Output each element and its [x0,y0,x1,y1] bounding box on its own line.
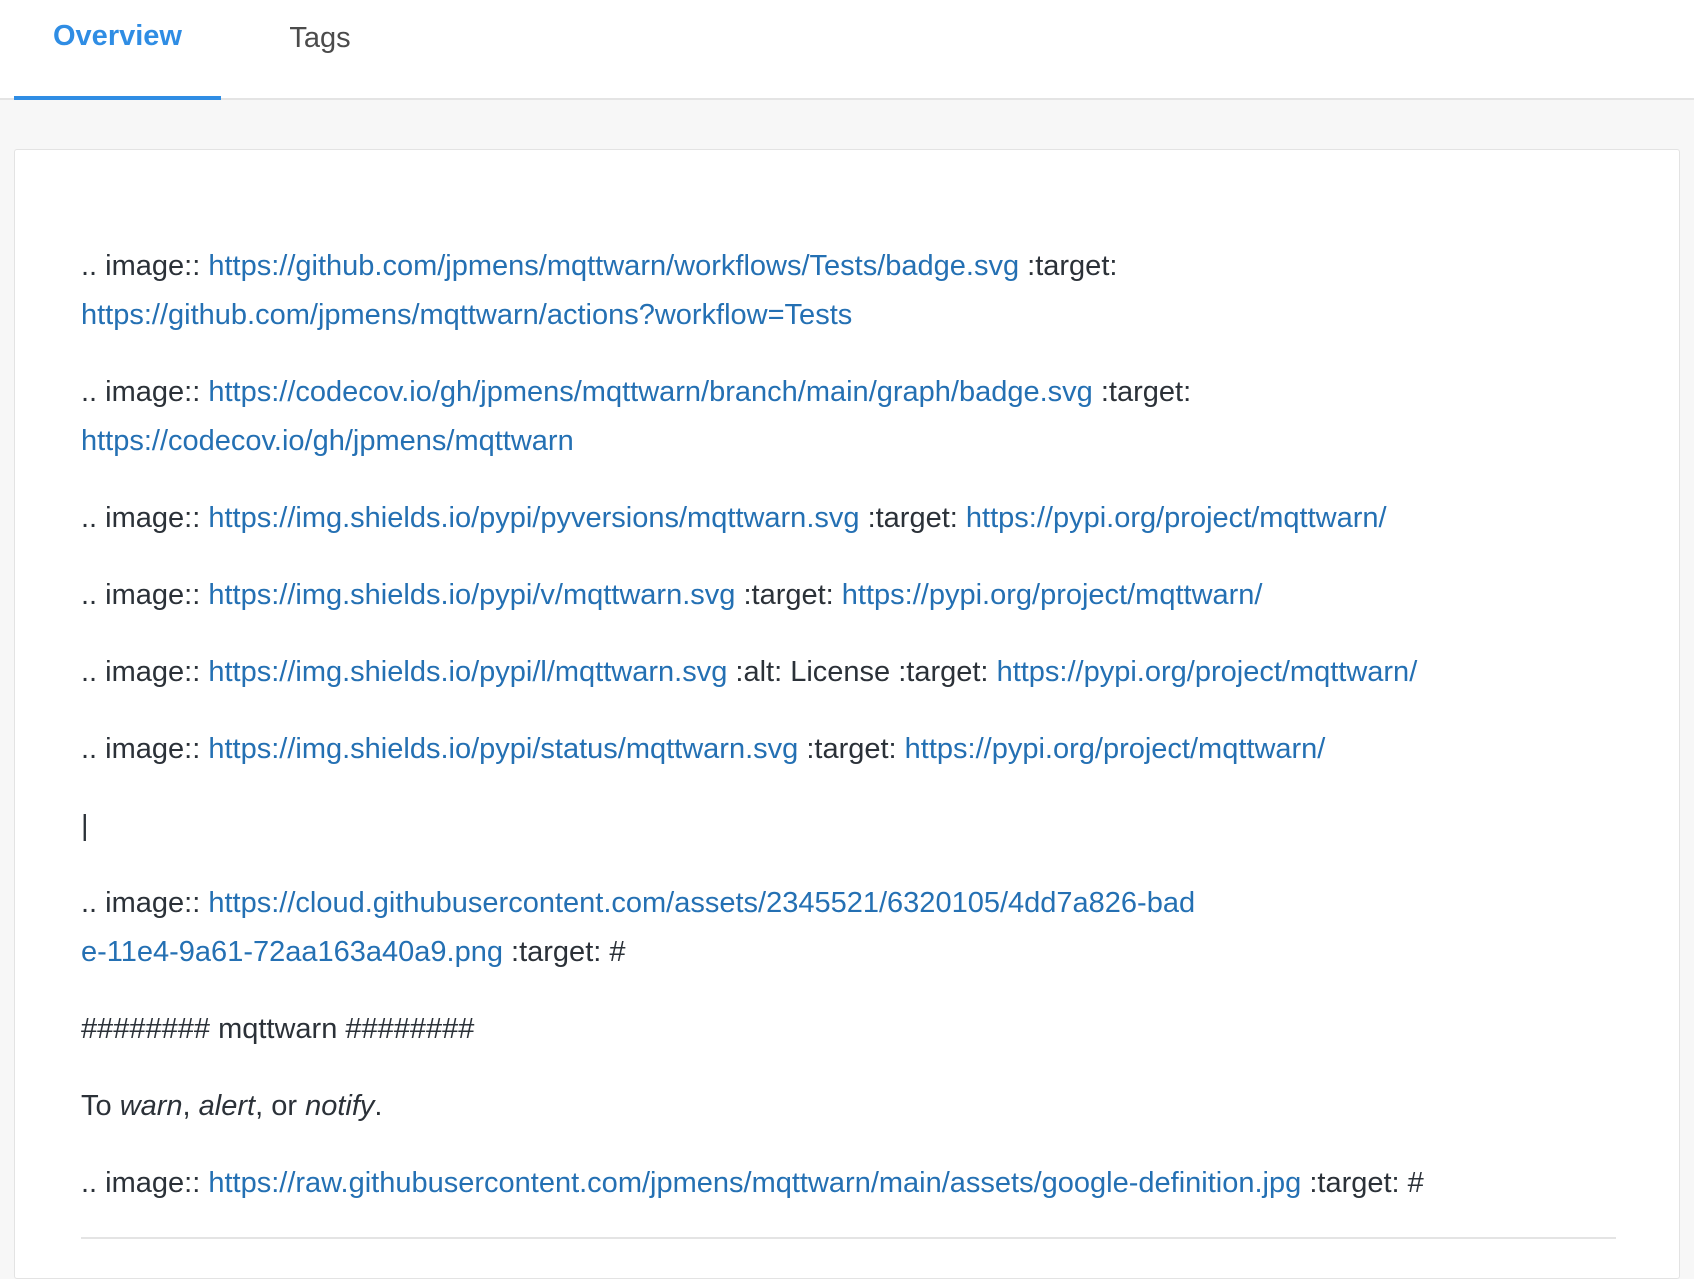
badge-status: .. image:: https://img.shields.io/pypi/s… [81,725,1641,774]
target-label: :target: [743,579,834,611]
tab-tags-label: Tags [289,21,351,54]
badge-pyversions-image-link[interactable]: https://img.shields.io/pypi/pyversions/m… [208,502,859,534]
readme-content: .. image:: https://github.com/jpmens/mqt… [81,242,1641,1236]
target-label: :target: [1100,376,1192,408]
tagline-warn: warn [119,1090,183,1122]
directive-prefix: .. image:: [81,887,201,919]
badge-version: .. image:: https://img.shields.io/pypi/v… [81,571,1641,620]
logo-image: .. image:: https://cloud.githubuserconte… [81,879,1201,977]
directive-prefix: .. image:: [81,733,201,765]
badge-tests-target-link[interactable]: https://github.com/jpmens/mqttwarn/actio… [81,299,852,331]
directive-prefix: .. image:: [81,656,201,688]
target-label: :target: [867,502,958,534]
tab-bar: Overview Tags [0,0,1694,100]
readme-tagline: To warn, alert, or notify. [81,1082,1641,1131]
logo-target: # [609,936,626,968]
badge-license-target-link[interactable]: https://pypi.org/project/mqttwarn/ [997,656,1418,688]
badge-codecov-image-link[interactable]: https://codecov.io/gh/jpmens/mqttwarn/br… [208,376,1092,408]
badge-license-image-link[interactable]: https://img.shields.io/pypi/l/mqttwarn.s… [208,656,727,688]
definition-image-link[interactable]: https://raw.githubusercontent.com/jpmens… [208,1167,1301,1199]
tagline-sep1: , [182,1090,199,1122]
badge-status-image-link[interactable]: https://img.shields.io/pypi/status/mqttw… [208,733,798,765]
content-divider [81,1237,1616,1239]
directive-prefix: .. image:: [81,579,201,611]
definition-target: # [1407,1167,1424,1199]
directive-prefix: .. image:: [81,376,201,408]
badge-tests-image-link[interactable]: https://github.com/jpmens/mqttwarn/workf… [208,250,1019,282]
readme-heading: ######## mqttwarn ######## [81,1013,475,1045]
directive-prefix: .. image:: [81,502,201,534]
tagline-alert: alert [198,1090,256,1122]
target-label: :target: [898,656,989,688]
tagline-suffix: . [374,1090,383,1122]
badge-pyversions-target-link[interactable]: https://pypi.org/project/mqttwarn/ [966,502,1387,534]
tab-overview[interactable]: Overview [14,0,221,100]
badge-version-target-link[interactable]: https://pypi.org/project/mqttwarn/ [842,579,1263,611]
tagline-notify: notify [305,1090,375,1122]
badge-version-image-link[interactable]: https://img.shields.io/pypi/v/mqttwarn.s… [208,579,735,611]
directive-prefix: .. image:: [81,250,201,282]
logo-image-link[interactable]: https://cloud.githubusercontent.com/asse… [81,887,1195,968]
tab-tags[interactable]: Tags [260,0,380,100]
badge-tests: .. image:: https://github.com/jpmens/mqt… [81,242,1641,340]
tagline-sep2: , or [255,1090,306,1122]
pipe-separator: | [81,810,89,842]
badge-pyversions: .. image:: https://img.shields.io/pypi/p… [81,494,1641,543]
alt-label: :alt: License [735,656,891,688]
badge-license: .. image:: https://img.shields.io/pypi/l… [81,648,1641,697]
badge-codecov: .. image:: https://codecov.io/gh/jpmens/… [81,368,1641,466]
badge-codecov-target-link[interactable]: https://codecov.io/gh/jpmens/mqttwarn [81,425,574,457]
definition-image: .. image:: https://raw.githubusercontent… [81,1159,1641,1208]
directive-prefix: .. image:: [81,1167,201,1199]
tagline-prefix: To [81,1090,120,1122]
target-label: :target: [806,733,897,765]
target-label: :target: [511,936,602,968]
target-label: :target: [1309,1167,1400,1199]
tab-overview-label: Overview [53,19,182,52]
readme-card: .. image:: https://github.com/jpmens/mqt… [14,149,1680,1279]
badge-status-target-link[interactable]: https://pypi.org/project/mqttwarn/ [905,733,1326,765]
target-label: :target: [1027,250,1118,282]
